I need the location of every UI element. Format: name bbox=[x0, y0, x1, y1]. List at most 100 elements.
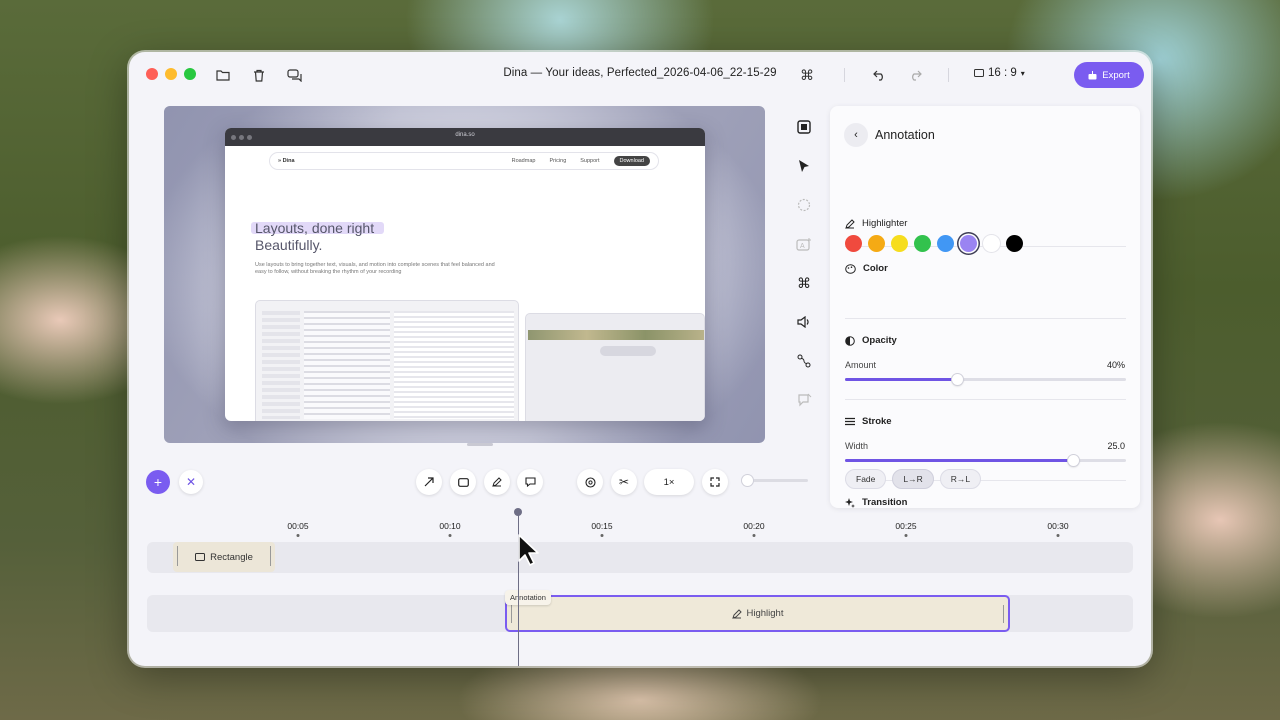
preview-canvas[interactable]: dina.so » Dina Roadmap Pricing Support D… bbox=[164, 106, 765, 443]
command-icon[interactable]: ⌘ bbox=[793, 272, 815, 294]
title-bar: Dina — Your ideas, Perfected_2026-04-06_… bbox=[129, 52, 1151, 98]
zoom-effect-icon[interactable] bbox=[793, 194, 815, 216]
width-label: Width bbox=[845, 441, 869, 451]
transition-right-to-left[interactable]: R→L bbox=[939, 469, 982, 489]
color-swatch-yellow[interactable] bbox=[891, 235, 908, 252]
canvas-resize-handle[interactable] bbox=[467, 443, 493, 446]
width-slider[interactable] bbox=[845, 455, 1126, 466]
cut-tool-button[interactable]: ✂ bbox=[611, 469, 637, 495]
app-screenshot-editor bbox=[255, 300, 519, 421]
highlight-clip[interactable]: Highlight bbox=[505, 595, 1010, 632]
blur-tool-button[interactable] bbox=[577, 469, 603, 495]
add-button[interactable]: + bbox=[146, 470, 170, 494]
site-paragraph: Use layouts to bring together text, visu… bbox=[255, 262, 495, 276]
command-icon[interactable]: ⌘ bbox=[797, 65, 817, 85]
scissors-icon: ✂ bbox=[618, 475, 630, 489]
highlighter-tool-button[interactable] bbox=[484, 469, 510, 495]
export-label: Export bbox=[1102, 69, 1130, 81]
undo-icon[interactable] bbox=[869, 65, 889, 85]
timeline-tick-dot bbox=[296, 534, 300, 537]
timeline-tick: 00:05 bbox=[287, 521, 309, 531]
tool-name: Highlighter bbox=[862, 218, 908, 229]
color-swatch-red[interactable] bbox=[845, 235, 862, 252]
amount-slider[interactable] bbox=[845, 374, 1126, 385]
close-icon: ✕ bbox=[185, 475, 197, 489]
opacity-section-label: Opacity bbox=[845, 335, 897, 346]
playback-speed-button[interactable]: 1× bbox=[644, 469, 694, 495]
color-label: Color bbox=[863, 263, 888, 274]
rectangle-icon bbox=[195, 553, 206, 561]
aspect-ratio-select[interactable]: 16 : 9 ▾ bbox=[974, 67, 1025, 79]
playhead-handle[interactable] bbox=[514, 508, 522, 516]
audio-icon[interactable] bbox=[793, 311, 815, 333]
color-swatch-green[interactable] bbox=[914, 235, 931, 252]
comment-icon[interactable] bbox=[793, 389, 815, 411]
export-icon bbox=[1088, 70, 1097, 79]
redo-icon[interactable] bbox=[905, 65, 925, 85]
annotation-clip-tag: Annotation bbox=[505, 590, 551, 605]
arrow-tool-button[interactable] bbox=[416, 469, 442, 495]
sparkle-icon bbox=[845, 497, 855, 508]
timeline-tick: 00:15 bbox=[591, 521, 613, 531]
amount-slider-fill bbox=[845, 378, 958, 381]
timeline-tick: 00:20 bbox=[743, 521, 765, 531]
color-swatch-orange[interactable] bbox=[868, 235, 885, 252]
arrow-icon bbox=[424, 477, 434, 487]
site-logo: » Dina bbox=[278, 158, 295, 164]
site-headline-2: Beautifully. bbox=[255, 237, 323, 253]
pen-icon bbox=[845, 218, 855, 229]
amount-slider-knob[interactable] bbox=[952, 374, 964, 385]
rectangle-clip-label: Rectangle bbox=[210, 551, 253, 563]
rectangle-tool-button[interactable] bbox=[450, 469, 476, 495]
fullscreen-button[interactable] bbox=[702, 469, 728, 495]
mouse-cursor-icon bbox=[518, 534, 539, 566]
clip-trim-handle-right[interactable] bbox=[1003, 605, 1004, 623]
timeline-zoom-slider[interactable] bbox=[742, 475, 808, 486]
clip-trim-handle-left[interactable] bbox=[511, 605, 512, 623]
color-swatch-purple[interactable] bbox=[960, 235, 977, 252]
stroke-label: Stroke bbox=[862, 416, 892, 427]
rectangle-icon bbox=[457, 477, 469, 487]
timeline-tick-dot bbox=[448, 534, 452, 537]
fullscreen-icon bbox=[710, 477, 720, 487]
cursor-icon[interactable] bbox=[793, 155, 815, 177]
monitor-icon bbox=[974, 69, 984, 77]
comment-tool-button[interactable] bbox=[517, 469, 543, 495]
browser-url: dina.so bbox=[455, 132, 475, 138]
timeline-tick-dot bbox=[600, 534, 604, 537]
toolbar-divider bbox=[948, 68, 949, 82]
stroke-icon bbox=[845, 417, 855, 426]
annotation-panel: ‹ Annotation Highlighter Color Opacity A… bbox=[830, 106, 1140, 508]
amount-value: 40% bbox=[1106, 360, 1125, 370]
browser-mockup: dina.so » Dina Roadmap Pricing Support D… bbox=[225, 128, 705, 421]
caption-icon[interactable]: A bbox=[793, 233, 815, 255]
export-button[interactable]: Export bbox=[1074, 62, 1144, 88]
width-value: 25.0 bbox=[1107, 441, 1125, 451]
transition-left-to-right[interactable]: L→R bbox=[892, 469, 934, 489]
crop-icon[interactable] bbox=[793, 116, 815, 138]
close-button[interactable]: ✕ bbox=[179, 470, 203, 494]
color-swatch-black[interactable] bbox=[1006, 235, 1023, 252]
app-screenshot-timeline bbox=[525, 313, 705, 421]
pen-icon bbox=[492, 477, 502, 487]
path-icon[interactable] bbox=[793, 350, 815, 372]
timeline-tick: 00:10 bbox=[439, 521, 461, 531]
transition-fade[interactable]: Fade bbox=[845, 469, 887, 489]
rectangle-clip[interactable]: Rectangle bbox=[173, 542, 275, 572]
color-swatch-white[interactable] bbox=[983, 235, 1000, 252]
speech-bubble-icon bbox=[524, 477, 536, 487]
app-window: Dina — Your ideas, Perfected_2026-04-06_… bbox=[129, 52, 1151, 666]
width-slider-fill bbox=[845, 459, 1073, 462]
timeline-tick-dot bbox=[752, 534, 756, 537]
pen-icon bbox=[731, 608, 742, 619]
back-button[interactable]: ‹ bbox=[844, 123, 868, 147]
chevron-down-icon: ▾ bbox=[1020, 68, 1025, 78]
panel-title: Annotation bbox=[875, 128, 935, 142]
timeline-tick: 00:25 bbox=[895, 521, 917, 531]
chevron-left-icon: ‹ bbox=[854, 129, 858, 141]
timeline-zoom-knob[interactable] bbox=[742, 475, 753, 486]
amount-label: Amount bbox=[845, 360, 877, 370]
width-slider-knob[interactable] bbox=[1067, 455, 1079, 466]
color-swatch-blue[interactable] bbox=[937, 235, 954, 252]
site-link-roadmap: Roadmap bbox=[511, 158, 536, 164]
